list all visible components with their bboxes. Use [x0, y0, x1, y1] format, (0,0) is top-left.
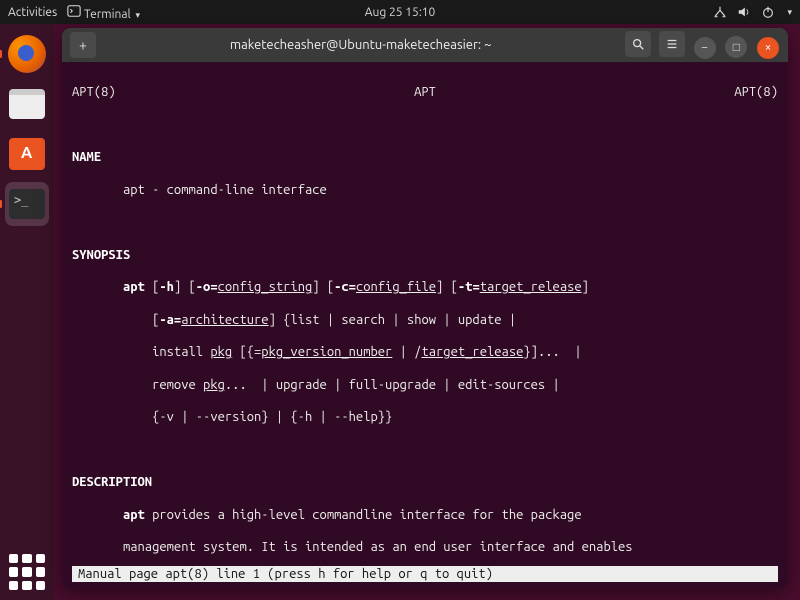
dock: [0, 24, 54, 600]
name-line: apt - command-line interface: [72, 182, 778, 198]
new-tab-button[interactable]: +: [70, 32, 96, 58]
pager-status-line: Manual page apt(8) line 1 (press h for h…: [72, 566, 778, 582]
maximize-button[interactable]: □: [725, 36, 747, 58]
close-button[interactable]: ×: [757, 37, 779, 59]
terminal-window: + maketecheasher@Ubuntu-maketecheasier: …: [62, 28, 788, 588]
chevron-down-icon: ▾: [787, 7, 792, 18]
system-status-area[interactable]: ▾: [713, 5, 792, 19]
hamburger-menu-button[interactable]: [659, 31, 685, 57]
section-synopsis: SYNOPSIS: [72, 248, 130, 262]
search-button[interactable]: [625, 31, 651, 57]
volume-icon: [737, 5, 751, 19]
terminal-icon: [9, 189, 45, 219]
active-app-indicator[interactable]: Terminal ▾: [67, 4, 140, 21]
software-icon: [9, 138, 45, 170]
activities-button[interactable]: Activities: [8, 6, 57, 19]
firefox-icon: [8, 35, 46, 73]
chevron-down-icon: ▾: [135, 10, 140, 20]
dock-firefox[interactable]: [5, 32, 49, 76]
man-header-center: APT: [414, 84, 436, 100]
network-icon: [713, 5, 727, 19]
files-icon: [9, 89, 45, 119]
dock-files[interactable]: [5, 82, 49, 126]
clock[interactable]: Aug 25 15:10: [365, 6, 436, 19]
titlebar: + maketecheasher@Ubuntu-maketecheasier: …: [62, 28, 788, 62]
section-description: DESCRIPTION: [72, 475, 152, 489]
minimize-button[interactable]: −: [694, 37, 716, 59]
gnome-top-bar: Activities Terminal ▾ Aug 25 15:10 ▾: [0, 0, 800, 24]
dock-terminal[interactable]: [5, 182, 49, 226]
man-header-left: APT(8): [72, 84, 116, 100]
search-icon: [631, 37, 645, 51]
terminal-indicator-icon: [67, 4, 81, 18]
dock-show-apps[interactable]: [9, 554, 45, 590]
man-header-right: APT(8): [734, 84, 778, 100]
menu-icon: [665, 37, 679, 51]
window-title: maketecheasher@Ubuntu-maketecheasier: ~: [230, 38, 492, 52]
section-name: NAME: [72, 150, 101, 164]
active-app-label: Terminal: [84, 8, 131, 21]
dock-software[interactable]: [5, 132, 49, 176]
power-icon: [761, 5, 775, 19]
terminal-content[interactable]: APT(8) APT APT(8) NAME apt - command-line …: [62, 62, 788, 566]
